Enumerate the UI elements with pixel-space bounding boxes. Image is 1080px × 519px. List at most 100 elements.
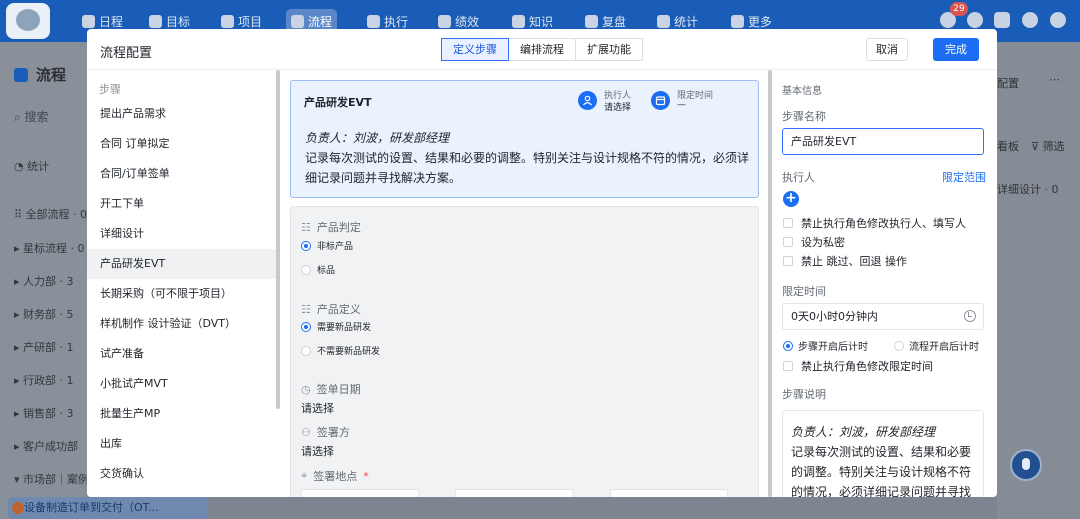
process-list-item[interactable]: 设备制造订单到交付（OT... (8, 497, 208, 519)
list-icon: ☷ (301, 302, 311, 316)
filter-button[interactable]: ⊽ 筛选 (1031, 138, 1065, 154)
checkbox[interactable] (783, 218, 793, 228)
avatar[interactable] (1050, 12, 1066, 28)
apps-icon (731, 14, 744, 28)
radio-button[interactable] (301, 321, 311, 332)
radio-option[interactable]: 非标产品 (301, 239, 353, 252)
checkbox-option[interactable]: 禁止 跳过、回退 操作 (783, 253, 907, 269)
radio-button[interactable] (301, 240, 311, 251)
stats-link[interactable]: ◔ 统计 (14, 158, 49, 174)
signer-value[interactable]: 请选择 (301, 443, 334, 459)
app-logo[interactable] (6, 3, 50, 39)
config-button[interactable]: 配置 (997, 75, 1019, 91)
done-button[interactable]: 完成 (933, 38, 979, 61)
list-icon: ☷ (301, 220, 311, 234)
desc-text: 记录每次测试的设置、结果和必要的调整。特别关注与设计规格不符的情况，必须详细记录… (791, 445, 972, 497)
sidebar-group[interactable]: ▸ 客户成功部 (14, 438, 78, 454)
radio-button[interactable] (301, 264, 311, 275)
step-item[interactable]: 样机制作 设计验证（DVT） (87, 309, 277, 339)
step-item[interactable]: 交货确认 (87, 459, 277, 489)
step-name-input[interactable]: 产品研发EVT (782, 128, 984, 155)
cancel-button[interactable]: 取消 (866, 38, 908, 61)
cube-icon (221, 14, 234, 28)
step-item[interactable]: 合同/订单签单 (87, 159, 277, 189)
step-desc-editor[interactable]: 负责人：刘波，研发部经理 记录每次测试的设置、结果和必要的调整。特别关注与设计规… (782, 410, 984, 497)
timer-option[interactable]: 流程开启后计时 (894, 338, 979, 353)
sidebar-group[interactable]: ▸ 产研部 · 1 (14, 339, 74, 355)
step-item[interactable]: 开工下单 (87, 189, 277, 219)
form-preview: ☷ 产品判定 非标产品 标品 ☷ 产品定义 需要新品研发 不需要新品研发 ◷ 签单日期… (290, 206, 759, 497)
radio-option[interactable]: 标品 (301, 263, 335, 276)
radio-option[interactable]: 不需要新品研发 (301, 344, 380, 357)
tab-define-steps[interactable]: 定义步骤 (441, 38, 509, 61)
basic-info-heading: 基本信息 (782, 86, 822, 97)
sidebar-group[interactable]: ⠿ 全部流程 · 0 (14, 206, 87, 222)
step-item[interactable]: 出库 (87, 429, 277, 459)
step-desc-label: 步骤说明 (782, 388, 826, 401)
timer-option[interactable]: 步骤开启后计时 (783, 338, 868, 353)
step-item[interactable]: 合同 订单拟定 (87, 129, 277, 159)
user-icon[interactable] (994, 12, 1010, 28)
process-config-modal: 流程配置 定义步骤 编排流程 扩展功能 取消 完成 步骤 提出产品需求 合同 订… (87, 29, 997, 497)
sidebar-group[interactable]: ▾ 市场部｜案例 (14, 471, 89, 487)
pie-chart-icon (657, 14, 670, 28)
process-item-icon (12, 502, 24, 514)
location-input[interactable] (301, 489, 419, 497)
column-label: 详细设计 · 0 (997, 183, 1059, 196)
step-item[interactable]: 小批试产MVT (87, 369, 277, 399)
step-item[interactable]: 详细设计 (87, 219, 277, 249)
step-info-card[interactable]: 产品研发EVT 执行人 请选择 限定时间 — 负责人：刘波，研发部经理 记录每次… (290, 80, 759, 198)
checkbox[interactable] (783, 361, 793, 371)
limit-range-link[interactable]: 限定范围 (942, 169, 986, 185)
field-label: ⚇ 签署方 (301, 425, 350, 440)
modal-title: 流程配置 (100, 46, 153, 61)
location-input[interactable] (610, 489, 728, 497)
checkbox-option[interactable]: 设为私密 (783, 234, 845, 250)
desc-responsible: 负责人：刘波，研发部经理 (791, 425, 936, 439)
step-item-selected[interactable]: 产品研发EVT (87, 249, 277, 279)
checkbox-option[interactable]: 禁止执行角色修改执行人、填写人 (783, 215, 966, 231)
sidebar-group[interactable]: ▸ 销售部 · 3 (14, 405, 74, 421)
sidebar-group[interactable]: ▸ 行政部 · 1 (14, 372, 74, 388)
step-settings-panel: 基本信息 步骤名称 产品研发EVT 执行人 限定范围 + 禁止执行角色修改执行人… (773, 70, 997, 497)
radio-option[interactable]: 需要新品研发 (301, 320, 371, 333)
radio-button[interactable] (301, 345, 311, 356)
flow-icon (291, 14, 304, 28)
tab-extensions[interactable]: 扩展功能 (575, 38, 643, 61)
background-bottom-strip: 设备制造订单到交付（OT... (0, 497, 210, 519)
step-item[interactable]: 批量生产MP (87, 399, 277, 429)
step-description: 记录每次测试的设置、结果和必要的调整。特别关注与设计规格不符的情况，必须详细记录… (305, 151, 750, 185)
search-input[interactable]: ⌕ 搜索 (14, 108, 49, 125)
checkbox[interactable] (783, 237, 793, 247)
radio-button[interactable] (783, 340, 793, 351)
sidebar-group[interactable]: ▸ 财务部 · 5 (14, 306, 74, 322)
clock-icon: ◷ (301, 382, 311, 396)
review-icon (585, 14, 598, 28)
executor-value: 请选择 (604, 103, 632, 113)
sign-date-value[interactable]: 请选择 (301, 400, 334, 416)
step-responsible: 负责人：刘波，研发部经理 (305, 131, 450, 145)
tab-arrange-process[interactable]: 编排流程 (508, 38, 576, 61)
help-button[interactable] (1010, 449, 1042, 481)
sidebar-group[interactable]: ▸ 星标流程 · 0 (14, 240, 85, 256)
step-item[interactable]: 试产准备 (87, 339, 277, 369)
checkbox-option[interactable]: 禁止执行角色修改限定时间 (783, 358, 933, 374)
add-executor-button[interactable]: + (783, 191, 799, 207)
board-button[interactable]: 看板 (997, 138, 1019, 154)
calendar-icon (651, 91, 670, 110)
step-item[interactable]: 长期采购（可不限于项目） (87, 279, 277, 309)
search-icon[interactable] (967, 12, 983, 28)
preview-scrollbar[interactable] (768, 70, 772, 497)
step-item[interactable]: 提出产品需求 (87, 99, 277, 129)
radio-button[interactable] (894, 340, 904, 351)
performance-icon (438, 14, 451, 28)
more-icon[interactable]: ⋯ (1049, 73, 1060, 86)
location-icon: ⌖ (301, 469, 308, 482)
settings-icon[interactable] (1022, 12, 1038, 28)
checkbox[interactable] (783, 256, 793, 266)
location-input[interactable] (455, 489, 573, 497)
time-limit-input[interactable]: 0天0小时0分钟内 (782, 303, 984, 330)
person-icon: ⚇ (301, 425, 311, 439)
sidebar-group[interactable]: ▸ 人力部 · 3 (14, 273, 74, 289)
step-list: 步骤 提出产品需求 合同 订单拟定 合同/订单签单 开工下单 详细设计 产品研发… (87, 70, 280, 497)
